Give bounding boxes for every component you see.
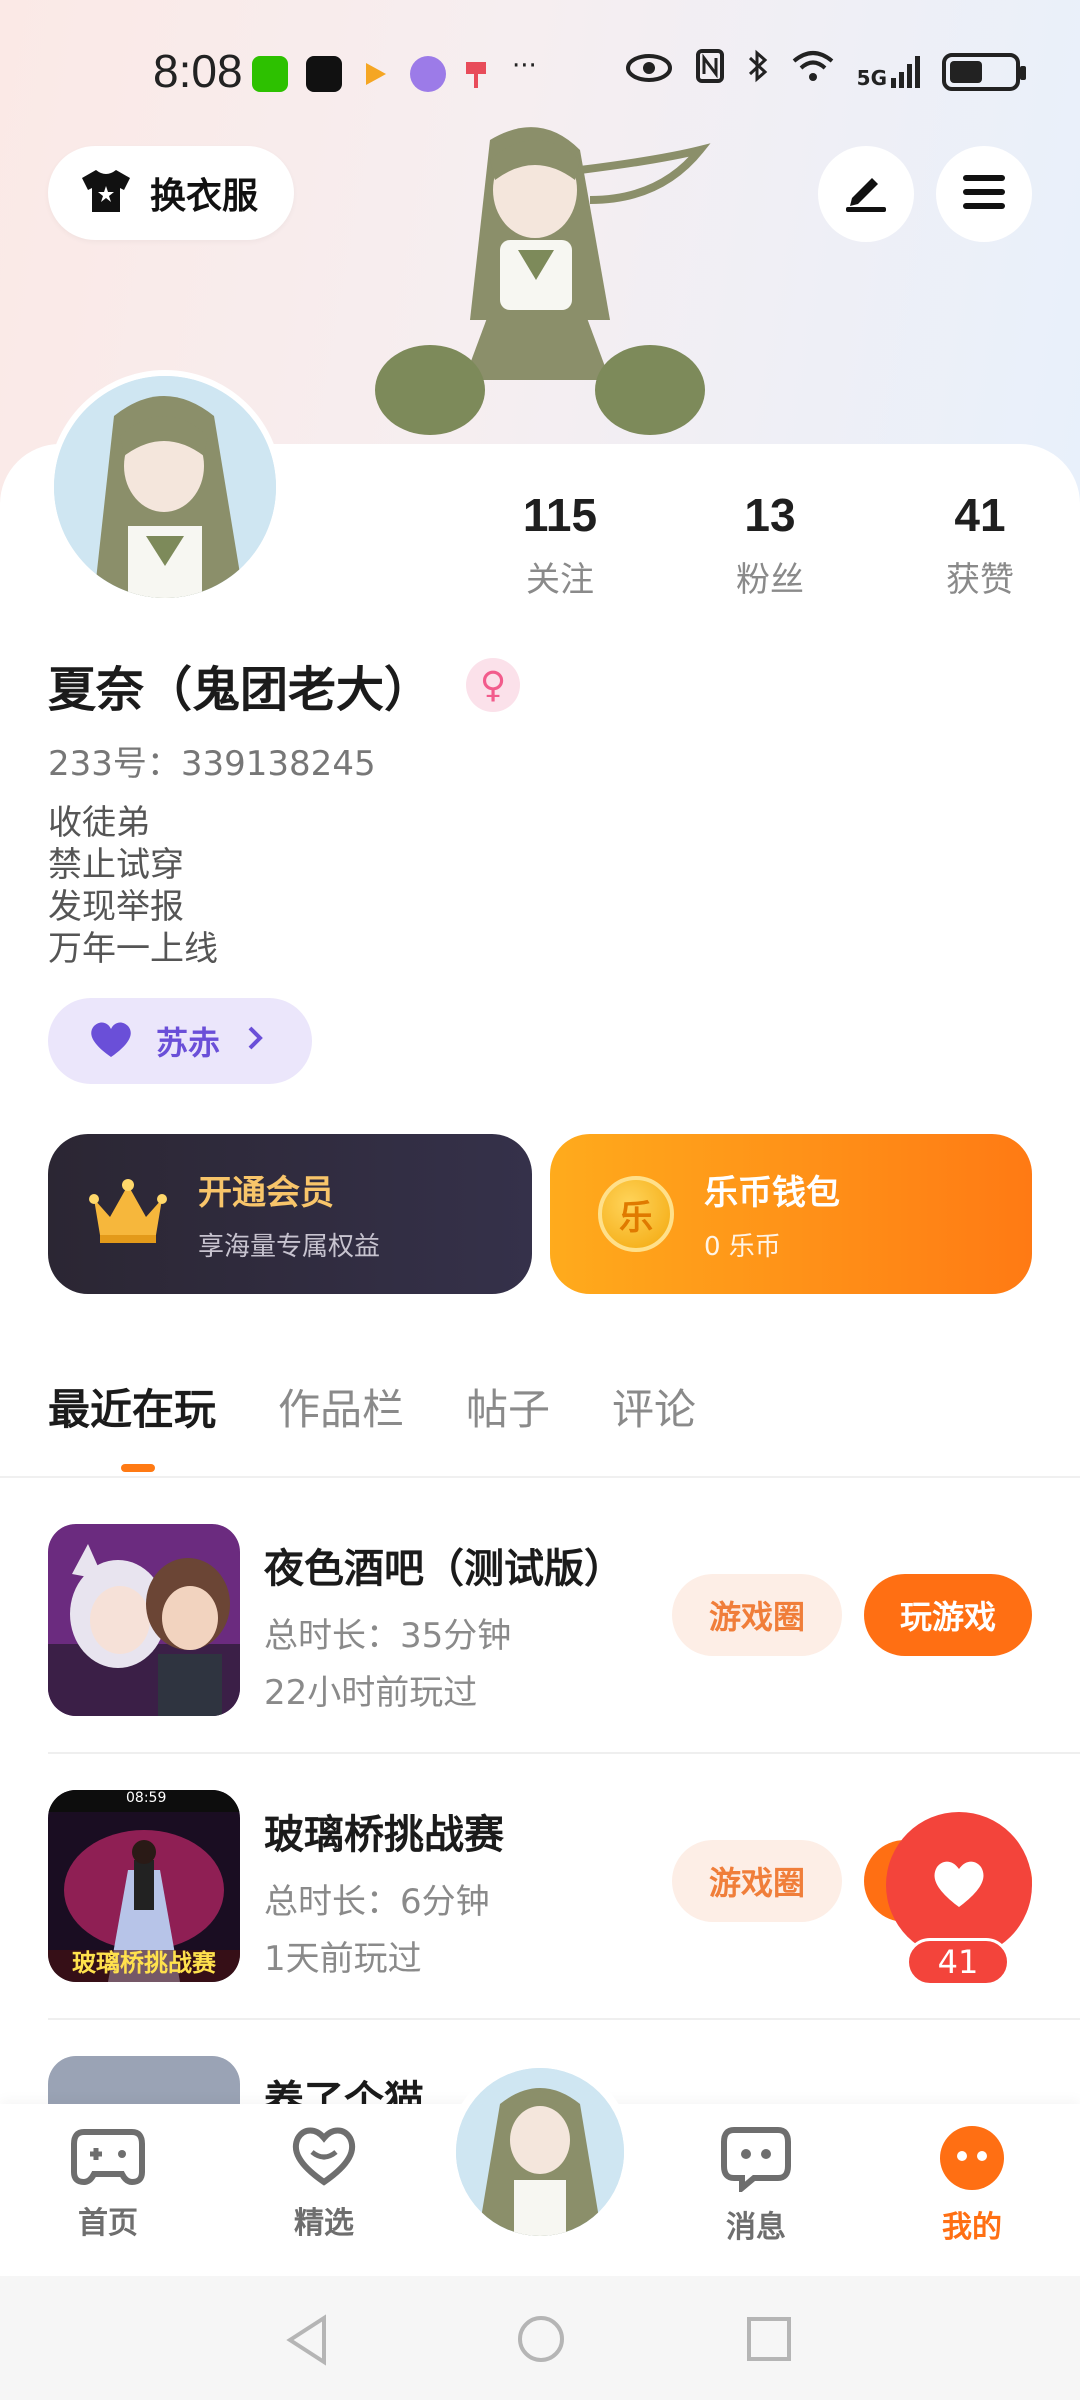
- tab-recent-played[interactable]: 最近在玩: [48, 1376, 216, 1437]
- cp-relation-label: 苏赤: [156, 1024, 221, 1062]
- menu-button[interactable]: [936, 146, 1032, 242]
- nav-center-avatar[interactable]: [448, 2060, 632, 2244]
- vip-membership-card[interactable]: 开通会员 享海量专属权益: [48, 1134, 532, 1294]
- nav-me[interactable]: 我的: [892, 2124, 1052, 2246]
- nav-me-label: 我的: [942, 2210, 1002, 2245]
- like-button[interactable]: [886, 1812, 1032, 1958]
- stat-following-label: 关注: [526, 560, 594, 600]
- like-count-badge: 41: [906, 1938, 1010, 1986]
- nfc-icon: [695, 48, 725, 97]
- chat-bubble-icon: [720, 2127, 792, 2196]
- nav-messages-label: 消息: [726, 2210, 786, 2245]
- nav-messages[interactable]: 消息: [676, 2124, 836, 2246]
- character-avatar-illustration: [360, 120, 720, 450]
- female-gender-icon: ♀: [466, 658, 521, 712]
- crown-icon: [88, 1177, 168, 1251]
- signal-icon: 5G: [857, 56, 920, 88]
- browser-app-icon: [410, 56, 446, 92]
- heart-outline-icon: [288, 2127, 360, 2192]
- game-thumbnail: [48, 1524, 240, 1716]
- profile-avatar[interactable]: [48, 370, 282, 604]
- row-divider: [48, 2018, 1080, 2020]
- game-thumb-time: 08:59: [126, 1790, 167, 1806]
- tab-posts[interactable]: 帖子: [466, 1376, 550, 1437]
- wechat-icon: [252, 56, 288, 92]
- game-title: 夜色酒吧（测试版）: [264, 1546, 624, 1592]
- bio-line: 禁止试穿: [48, 845, 184, 885]
- change-outfit-button[interactable]: 换衣服: [48, 146, 294, 240]
- stat-likes-count: 41: [954, 489, 1006, 541]
- game-duration: 总时长：35分钟: [264, 1616, 512, 1656]
- profile-tabs: 最近在玩 作品栏 帖子 评论: [48, 1376, 696, 1437]
- stat-likes-label: 获赞: [946, 560, 1014, 600]
- tshirt-icon: [78, 168, 134, 218]
- game-thumbnail: 08:59 玻璃桥挑战赛: [48, 1790, 240, 1982]
- stat-followers[interactable]: 13 粉丝: [700, 488, 840, 601]
- bio-line: 万年一上线: [48, 929, 218, 969]
- wallet-balance: 0 乐币: [704, 1232, 781, 1262]
- video-app-icon: [360, 56, 390, 92]
- game-circle-button[interactable]: 游戏圈: [672, 1840, 842, 1922]
- wallet-title: 乐币钱包: [704, 1173, 840, 1213]
- back-icon[interactable]: [284, 2314, 330, 2370]
- game-thumb-title: 玻璃桥挑战赛: [72, 1949, 216, 1977]
- wallet-card[interactable]: 乐 乐币钱包 0 乐币: [550, 1134, 1032, 1294]
- profile-stats: 115 关注 13 粉丝 41 获赞: [490, 488, 1050, 601]
- nav-home-label: 首页: [78, 2206, 138, 2241]
- nav-featured-label: 精选: [294, 2206, 354, 2241]
- game-last-played: 1天前玩过: [264, 1939, 422, 1979]
- tab-works[interactable]: 作品栏: [278, 1376, 404, 1437]
- pencil-icon: [842, 172, 890, 216]
- status-time: 8:08: [153, 45, 243, 97]
- eye-icon: [625, 48, 673, 96]
- stat-followers-count: 13: [744, 489, 796, 541]
- coin-icon: 乐: [598, 1176, 674, 1252]
- tab-active-indicator: [121, 1464, 155, 1472]
- system-navigation-bar: [0, 2276, 1080, 2400]
- profile-bio: 收徒弟 禁止试穿 发现举报 万年一上线: [48, 802, 218, 970]
- smile-face-icon: [938, 2126, 1006, 2196]
- nav-featured[interactable]: 精选: [244, 2124, 404, 2242]
- wifi-icon: [791, 48, 835, 96]
- cp-relation-button[interactable]: 苏赤: [48, 998, 312, 1084]
- stat-likes[interactable]: 41 获赞: [910, 488, 1050, 601]
- stat-followers-label: 粉丝: [736, 560, 804, 600]
- home-icon[interactable]: [516, 2314, 566, 2368]
- tiktok-icon: [306, 56, 342, 92]
- more-notifications-icon: ···: [512, 51, 537, 81]
- battery-icon: [942, 53, 1026, 91]
- flag-app-icon: [462, 56, 490, 92]
- bio-line: 收徒弟: [48, 803, 150, 843]
- game-duration: 总时长：6分钟: [264, 1882, 490, 1922]
- stat-following-count: 115: [522, 489, 598, 541]
- status-bar: 8:08 ··· 5G: [0, 0, 1080, 140]
- hamburger-icon: [961, 172, 1007, 216]
- profile-uid[interactable]: 233号：339138245: [48, 736, 376, 785]
- name-row: 夏奈（鬼团老大） ♀: [48, 650, 521, 720]
- change-outfit-label: 换衣服: [150, 176, 259, 217]
- heart-icon: [86, 1019, 136, 1063]
- heart-icon: [929, 1857, 989, 1913]
- stat-following[interactable]: 115 关注: [490, 488, 630, 601]
- edit-profile-button[interactable]: [818, 146, 914, 242]
- play-game-button[interactable]: 玩游戏: [864, 1574, 1032, 1656]
- game-row[interactable]: 夜色酒吧（测试版） 总时长：35分钟 22小时前玩过 游戏圈 玩游戏: [0, 1496, 1080, 1760]
- tab-comments[interactable]: 评论: [612, 1376, 696, 1437]
- game-last-played: 22小时前玩过: [264, 1673, 478, 1713]
- game-title: 玻璃桥挑战赛: [264, 1812, 504, 1858]
- row-divider: [48, 1752, 1080, 1754]
- game-circle-button[interactable]: 游戏圈: [672, 1574, 842, 1656]
- chevron-right-icon: [246, 1021, 264, 1061]
- tabs-divider: [0, 1476, 1080, 1478]
- vip-title: 开通会员: [198, 1173, 334, 1213]
- recents-icon[interactable]: [746, 2316, 792, 2366]
- bio-line: 发现举报: [48, 887, 184, 927]
- profile-name: 夏奈（鬼团老大）: [48, 662, 433, 718]
- gamepad-icon: [70, 2129, 146, 2192]
- bluetooth-icon: [747, 48, 769, 97]
- nav-home[interactable]: 首页: [28, 2124, 188, 2242]
- vip-subtitle: 享海量专属权益: [198, 1232, 381, 1262]
